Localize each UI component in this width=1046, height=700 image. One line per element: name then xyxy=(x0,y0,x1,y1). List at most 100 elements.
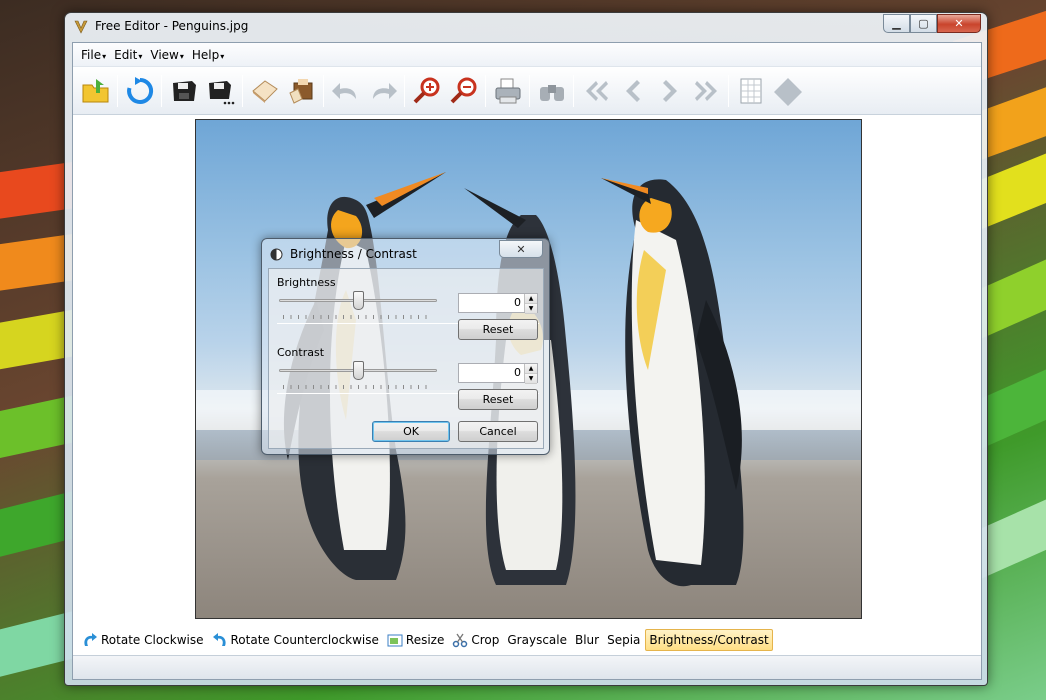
minimize-button[interactable]: ▁ xyxy=(883,14,910,33)
save-icon xyxy=(172,80,196,101)
spin-down-icon[interactable]: ▼ xyxy=(525,304,537,314)
chevron-down-icon: ▾ xyxy=(102,51,107,61)
contrast-value[interactable]: 0 xyxy=(459,364,524,382)
toolbar-separator xyxy=(161,74,162,107)
previous-button[interactable] xyxy=(614,72,651,110)
toolbar xyxy=(73,67,981,115)
save-as-icon xyxy=(208,80,234,104)
print-icon xyxy=(495,78,520,103)
next-icon xyxy=(662,79,677,102)
first-icon xyxy=(585,80,608,101)
brightness-reset-button[interactable]: Reset xyxy=(458,319,538,340)
cancel-button[interactable]: Cancel xyxy=(458,421,538,442)
redo-button[interactable] xyxy=(364,72,401,110)
last-button[interactable] xyxy=(688,72,725,110)
contrast-reset-button[interactable]: Reset xyxy=(458,389,538,410)
main-window: Free Editor - Penguins.jpg ▁ ▢ ✕ File▾ E… xyxy=(64,12,988,686)
zoom-in-icon xyxy=(413,77,439,103)
contrast-slider-ticks xyxy=(283,385,433,389)
sepia-label: Sepia xyxy=(607,633,641,647)
toolbar-separator xyxy=(117,74,118,107)
grid-button[interactable] xyxy=(732,72,769,110)
resize-label: Resize xyxy=(405,633,445,647)
save-as-button[interactable] xyxy=(202,72,239,110)
next-button[interactable] xyxy=(651,72,688,110)
menu-help[interactable]: Help▾ xyxy=(188,48,228,62)
menu-bar: File▾ Edit▾ View▾ Help▾ xyxy=(73,43,981,67)
crop-icon xyxy=(453,633,468,648)
blur-action[interactable]: Blur xyxy=(572,629,602,651)
spin-up-icon[interactable]: ▲ xyxy=(525,364,537,374)
brightness-slider-ticks xyxy=(283,315,433,319)
brightness-contrast-dialog: Brightness / Contrast ✕ Brightness 0 ▲ ▼ … xyxy=(261,238,550,455)
dialog-close-button[interactable]: ✕ xyxy=(499,240,543,258)
find-button[interactable] xyxy=(533,72,570,110)
dialog-title: Brightness / Contrast xyxy=(290,247,417,261)
undo-button[interactable] xyxy=(327,72,364,110)
brightness-contrast-action[interactable]: Brightness/Contrast xyxy=(645,629,773,651)
diamond-icon xyxy=(773,77,802,106)
binoculars-icon xyxy=(539,84,564,101)
undo-icon xyxy=(331,82,356,99)
open-folder-icon xyxy=(82,78,108,102)
rotate-counterclockwise-action[interactable]: Rotate Counterclockwise xyxy=(209,629,382,651)
brightness-value[interactable]: 0 xyxy=(459,294,524,312)
rotate-ccw-icon xyxy=(212,633,226,646)
toolbar-separator xyxy=(573,74,574,107)
spin-up-icon[interactable]: ▲ xyxy=(525,294,537,304)
blur-label: Blur xyxy=(574,633,600,647)
menu-edit-label: Edit xyxy=(114,47,138,62)
grid-icon xyxy=(740,78,761,103)
resize-action[interactable]: Resize xyxy=(384,629,447,651)
contrast-label: Contrast xyxy=(277,346,325,359)
brightness-spinner[interactable]: 0 ▲ ▼ xyxy=(458,293,538,314)
sepia-action[interactable]: Sepia xyxy=(604,629,643,651)
image-canvas[interactable]: Brightness / Contrast ✕ Brightness 0 ▲ ▼ … xyxy=(73,115,981,625)
ok-button[interactable]: OK xyxy=(372,421,450,442)
diamond-button[interactable] xyxy=(769,72,806,110)
quick-actions-bar: Rotate Clockwise Rotate Counterclockwise… xyxy=(73,625,981,655)
status-bar xyxy=(73,655,981,679)
toolbar-separator xyxy=(529,74,530,107)
first-button[interactable] xyxy=(577,72,614,110)
save-button[interactable] xyxy=(165,72,202,110)
open-button[interactable] xyxy=(77,72,114,110)
rotate-counterclockwise-label: Rotate Counterclockwise xyxy=(230,633,379,647)
rotate-clockwise-label: Rotate Clockwise xyxy=(101,633,204,647)
zoom-in-button[interactable] xyxy=(408,72,445,110)
rotate-cw-icon xyxy=(84,633,97,646)
chevron-down-icon: ▾ xyxy=(179,51,184,61)
client-area: File▾ Edit▾ View▾ Help▾ Brightness / Con… xyxy=(72,42,982,680)
print-button[interactable] xyxy=(489,72,526,110)
refresh-button[interactable] xyxy=(121,72,158,110)
contrast-slider-thumb[interactable] xyxy=(352,361,364,380)
toolbar-separator xyxy=(728,74,729,107)
last-icon xyxy=(694,80,717,101)
grayscale-action[interactable]: Grayscale xyxy=(504,629,570,651)
menu-file[interactable]: File▾ xyxy=(77,48,110,62)
toolbar-separator xyxy=(242,74,243,107)
resize-icon xyxy=(387,634,403,647)
brightness-label: Brightness xyxy=(277,276,336,289)
brightness-slider-thumb[interactable] xyxy=(352,291,364,310)
rotate-clockwise-action[interactable]: Rotate Clockwise xyxy=(79,629,207,651)
menu-help-label: Help xyxy=(191,47,220,62)
chevron-down-icon: ▾ xyxy=(220,51,225,61)
open-image-button[interactable] xyxy=(246,72,283,110)
toolbar-separator xyxy=(404,74,405,107)
contrast-spinner[interactable]: 0 ▲ ▼ xyxy=(458,363,538,384)
brightness-contrast-label: Brightness/Contrast xyxy=(649,633,769,647)
spin-down-icon[interactable]: ▼ xyxy=(525,374,537,384)
menu-edit[interactable]: Edit▾ xyxy=(110,48,146,62)
close-button[interactable]: ✕ xyxy=(937,14,981,33)
zoom-out-icon xyxy=(450,77,476,103)
zoom-out-button[interactable] xyxy=(445,72,482,110)
edit-image-button[interactable] xyxy=(283,72,320,110)
maximize-button[interactable]: ▢ xyxy=(910,14,937,33)
title-bar[interactable]: Free Editor - Penguins.jpg ▁ ▢ ✕ xyxy=(65,13,987,41)
menu-view[interactable]: View▾ xyxy=(146,48,188,62)
chevron-down-icon: ▾ xyxy=(138,51,143,61)
dialog-body: Brightness 0 ▲ ▼ Reset Contrast 0 ▲ ▼ Re… xyxy=(268,268,544,449)
crop-action[interactable]: Crop xyxy=(449,629,502,651)
toolbar-separator xyxy=(485,74,486,107)
